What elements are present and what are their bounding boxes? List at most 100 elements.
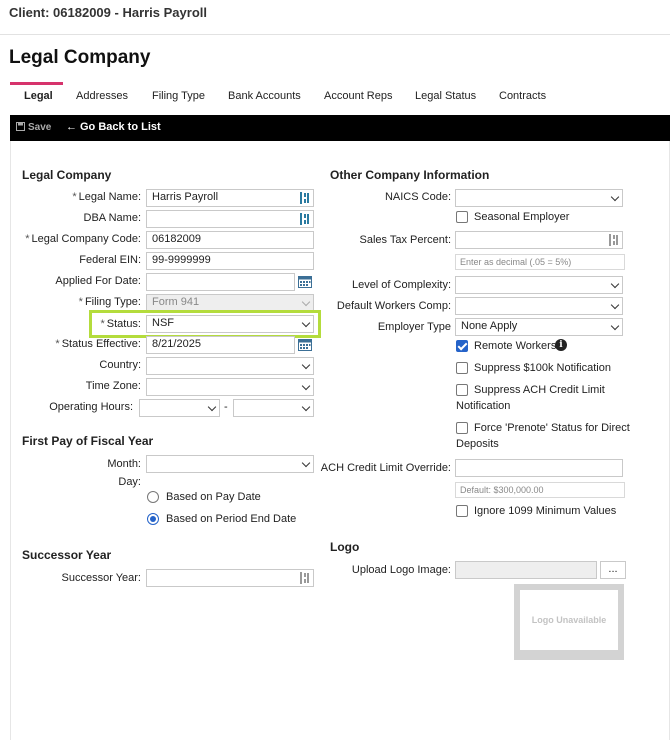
force-prenote-checkbox[interactable] [456, 422, 468, 434]
radio-label-period-end-date: Based on Period End Date [166, 513, 297, 525]
info-icon[interactable]: i [555, 339, 567, 351]
operating-hours-start-select[interactable] [139, 399, 220, 417]
suppress-100k-checkbox[interactable] [456, 362, 468, 374]
successor-year-input[interactable] [146, 569, 314, 587]
month-select[interactable] [146, 455, 314, 473]
suppress-ach-label-line1: Suppress ACH Credit Limit [474, 384, 605, 396]
sales-tax-percent-input[interactable] [455, 231, 623, 249]
calculator-icon [300, 213, 309, 225]
back-label: Go Back to List [80, 121, 161, 133]
operating-hours-separator: - [224, 401, 228, 413]
seasonal-employer-checkbox[interactable] [456, 211, 468, 223]
legal-name-label: * Legal Name: [72, 191, 141, 203]
tab-addresses[interactable]: Addresses [76, 90, 128, 102]
remote-workers-label: Remote Workers [474, 340, 557, 352]
section-logo: Logo [330, 540, 360, 554]
ignore-1099-checkbox[interactable] [456, 505, 468, 517]
sales-tax-percent-label: Sales Tax Percent: [359, 234, 451, 246]
day-label: Day: [118, 476, 141, 488]
filing-type-label: * Filing Type: [78, 296, 141, 308]
country-label: Country: [99, 359, 141, 371]
suppress-ach-label-line2: Notification [456, 400, 511, 412]
browse-button[interactable]: ... [600, 561, 626, 579]
legal-company-code-input[interactable]: 06182009 [146, 231, 314, 249]
suppress-ach-credit-limit-checkbox[interactable] [456, 384, 468, 396]
sales-tax-hint: Enter as decimal (.05 = 5%) [455, 254, 625, 270]
calculator-icon [300, 192, 309, 204]
tab-legal[interactable]: Legal [24, 90, 53, 102]
force-prenote-label-line1: Force 'Prenote' Status for Direct [474, 422, 630, 434]
employer-type-label: Employer Type [377, 321, 451, 333]
status-label: * Status: [100, 318, 141, 330]
naics-code-select[interactable] [455, 189, 623, 207]
chevron-down-icon [610, 192, 620, 202]
level-of-complexity-label: Level of Complexity: [351, 279, 451, 291]
tab-bank-accounts[interactable]: Bank Accounts [228, 90, 301, 102]
toolbar: Save ← Go Back to List [10, 115, 670, 141]
section-other-company-information: Other Company Information [330, 168, 490, 182]
upload-logo-label: Upload Logo Image: [351, 564, 451, 576]
radio-based-on-period-end-date[interactable] [147, 513, 159, 525]
active-tab-indicator [10, 82, 63, 85]
status-effective-label: * Status Effective: [55, 338, 141, 350]
dba-name-input[interactable] [146, 210, 314, 228]
default-workers-comp-label: Default Workers Comp: [336, 300, 451, 312]
chevron-down-icon [610, 279, 620, 289]
divider [0, 34, 670, 35]
radio-based-on-pay-date[interactable] [147, 491, 159, 503]
back-to-list-button[interactable]: ← Go Back to List [66, 121, 161, 133]
arrow-left-icon: ← [66, 121, 77, 133]
federal-ein-input[interactable]: 99-9999999 [146, 252, 314, 270]
legal-name-input[interactable]: Harris Payroll [146, 189, 314, 207]
chevron-down-icon [610, 300, 620, 310]
save-button[interactable]: Save [16, 122, 51, 133]
logo-preview: Logo Unavailable [514, 584, 624, 660]
month-label: Month: [107, 458, 141, 470]
status-effective-input[interactable]: 8/21/2025 [146, 336, 295, 354]
save-icon [16, 122, 25, 131]
calendar-icon[interactable] [298, 275, 312, 288]
client-header: Client: 06182009 - Harris Payroll [9, 5, 207, 20]
calculator-icon [300, 572, 309, 584]
tab-filing-type[interactable]: Filing Type [152, 90, 205, 102]
seasonal-employer-label: Seasonal Employer [474, 211, 570, 223]
force-prenote-label-line2: Deposits [456, 438, 499, 450]
time-zone-select[interactable] [146, 378, 314, 396]
employer-type-select[interactable]: None Apply [455, 318, 623, 336]
radio-label-pay-date: Based on Pay Date [166, 491, 261, 503]
federal-ein-label: Federal EIN: [79, 254, 141, 266]
calendar-icon[interactable] [298, 338, 312, 351]
suppress-100k-label: Suppress $100k Notification [474, 362, 611, 374]
section-successor-year: Successor Year [22, 548, 112, 562]
operating-hours-label: Operating Hours: [49, 401, 133, 413]
ach-credit-limit-override-input[interactable] [455, 459, 623, 477]
ach-credit-limit-override-label: ACH Credit Limit Override: [320, 462, 451, 474]
chevron-down-icon [207, 402, 217, 412]
legal-company-code-label: * Legal Company Code: [25, 233, 141, 245]
tab-account-reps[interactable]: Account Reps [324, 90, 392, 102]
chevron-down-icon [301, 360, 311, 370]
ignore-1099-label: Ignore 1099 Minimum Values [474, 505, 617, 517]
logo-unavailable-text: Logo Unavailable [520, 590, 618, 650]
country-select[interactable] [146, 357, 314, 375]
time-zone-label: Time Zone: [85, 380, 141, 392]
chevron-down-icon [301, 402, 311, 412]
section-legal-company: Legal Company [22, 168, 112, 182]
ach-default-hint: Default: $300,000.00 [455, 482, 625, 498]
calculator-icon [609, 234, 618, 246]
default-workers-comp-select[interactable] [455, 297, 623, 315]
remote-workers-checkbox[interactable] [456, 340, 468, 352]
operating-hours-end-select[interactable] [233, 399, 314, 417]
tab-legal-status[interactable]: Legal Status [415, 90, 476, 102]
status-select[interactable]: NSF [146, 315, 314, 333]
section-first-pay-fiscal-year: First Pay of Fiscal Year [22, 434, 154, 448]
level-of-complexity-select[interactable] [455, 276, 623, 294]
chevron-down-icon [301, 381, 311, 391]
tab-contracts[interactable]: Contracts [499, 90, 546, 102]
save-label: Save [28, 122, 52, 133]
applied-for-date-input[interactable] [146, 273, 295, 291]
page-title: Legal Company [9, 47, 151, 68]
successor-year-label: Successor Year: [61, 572, 142, 584]
chevron-down-icon [301, 458, 311, 468]
dba-name-label: DBA Name: [83, 212, 141, 224]
